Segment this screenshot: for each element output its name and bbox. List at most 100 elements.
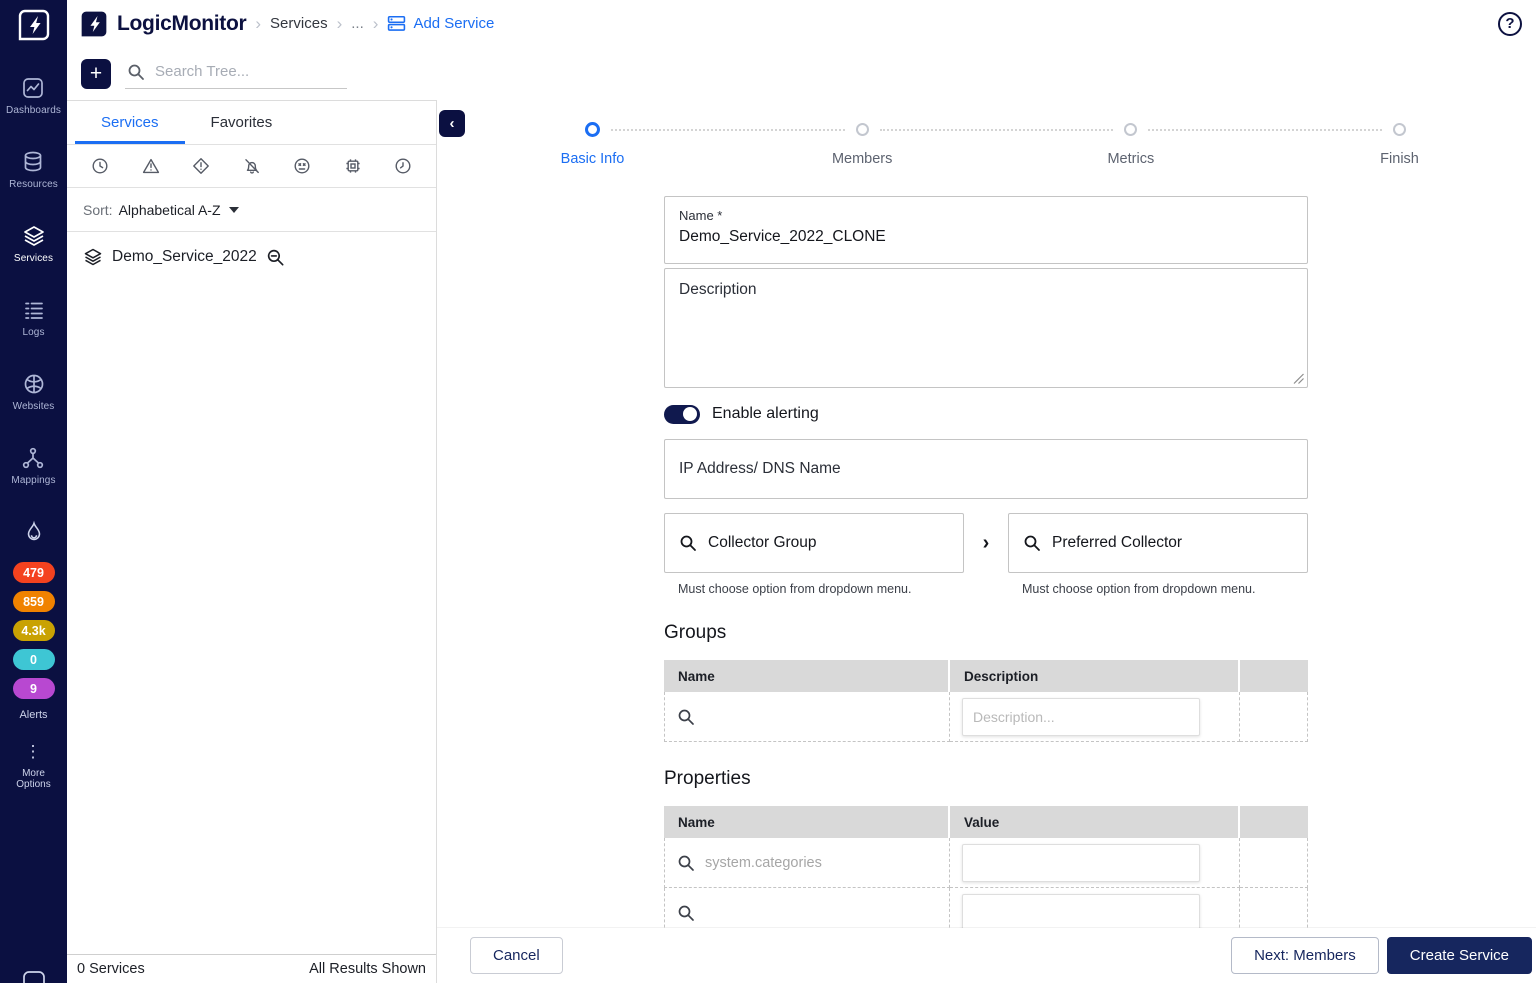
groups-table-row [664, 692, 1308, 742]
top-header: LogicMonitor › Services › ... › Add Serv… [67, 0, 1536, 47]
breadcrumb-current-label: Add Service [413, 15, 495, 32]
logicmonitor-logo-icon[interactable] [17, 8, 51, 42]
status-filter-row [67, 145, 436, 188]
preferred-collector-select[interactable]: Preferred Collector [1008, 513, 1308, 573]
properties-section-title: Properties [664, 768, 751, 789]
sort-value-label: Alphabetical A-Z [118, 201, 221, 218]
chevron-right-icon: › [372, 13, 379, 33]
name-field: Name * [664, 196, 1308, 264]
sidebar-item-label: Resources [9, 179, 58, 190]
step-members[interactable]: Members [832, 123, 892, 167]
alert-badge-warning[interactable]: 4.3k [12, 620, 55, 641]
body-row: Services Favorites Sort: Alphabetical A-… [67, 100, 1536, 983]
alerts-label: Alerts [19, 709, 48, 721]
brand[interactable]: LogicMonitor [79, 9, 247, 39]
sidebar-item-websites[interactable]: Websites [13, 372, 55, 412]
collapse-panel-button[interactable]: ‹ [439, 110, 465, 137]
ip-dns-input[interactable] [665, 440, 1307, 498]
flame-icon[interactable] [23, 520, 45, 546]
tree-tabs: Services Favorites [67, 101, 436, 145]
enable-alerting-label: Enable alerting [712, 405, 819, 422]
alert-badge-critical[interactable]: 479 [12, 562, 55, 583]
tree-search[interactable] [125, 59, 347, 89]
chevron-right-icon: › [255, 13, 262, 33]
column-header-name: Name [664, 660, 950, 692]
search-input[interactable] [155, 63, 325, 80]
group-description-input[interactable] [962, 697, 1200, 736]
logs-icon [22, 298, 46, 322]
enable-alerting-toggle[interactable] [664, 404, 700, 424]
alerting-disabled-filter-icon[interactable] [243, 157, 261, 175]
step-basic-info[interactable]: Basic Info [561, 122, 624, 167]
more-options-label: More Options [16, 768, 51, 790]
chevron-right-icon: › [336, 13, 343, 33]
alert-badge-info[interactable]: 0 [12, 649, 55, 670]
search-icon [677, 708, 695, 726]
zoom-out-icon[interactable] [266, 248, 285, 267]
cancel-button[interactable]: Cancel [470, 937, 563, 974]
main-column: LogicMonitor › Services › ... › Add Serv… [67, 0, 1536, 983]
enable-alerting-row: Enable alerting [664, 402, 1308, 426]
tab-services[interactable]: Services [75, 101, 185, 144]
group-name-cell[interactable] [664, 692, 950, 742]
property-actions-cell [1240, 838, 1308, 888]
tree-item-service[interactable]: Demo_Service_2022 [67, 232, 436, 282]
properties-table-header: Name Value [664, 806, 1308, 838]
sidebar-item-services[interactable]: Services [14, 224, 53, 264]
collector-group-help: Must choose option from dropdown menu. [678, 582, 912, 596]
column-header-actions [1240, 806, 1308, 838]
alert-badge-other[interactable]: 9 [12, 678, 55, 699]
alert-badge-error[interactable]: 859 [12, 591, 55, 612]
next-members-button[interactable]: Next: Members [1231, 937, 1379, 974]
resize-grip-icon[interactable] [1293, 373, 1304, 384]
services-tree-panel: Services Favorites Sort: Alphabetical A-… [67, 100, 437, 983]
sidebar-item-logs[interactable]: Logs [22, 298, 46, 338]
help-button[interactable]: ? [1498, 11, 1522, 36]
step-label: Basic Info [560, 151, 625, 167]
property-value-cell [950, 838, 1240, 888]
tab-favorites[interactable]: Favorites [185, 101, 299, 144]
step-connector [1148, 128, 1383, 131]
breadcrumb-services[interactable]: Services [270, 15, 328, 32]
error-filter-icon[interactable] [192, 157, 210, 175]
property-value-input[interactable] [962, 843, 1200, 882]
property-value-input[interactable] [962, 893, 1200, 932]
add-button[interactable]: + [81, 58, 111, 89]
step-label: Members [831, 151, 893, 167]
sidebar-item-mappings[interactable]: Mappings [11, 446, 55, 486]
tree-item-name: Demo_Service_2022 [112, 248, 257, 265]
search-icon [677, 904, 695, 922]
properties-table-row: system.categories [664, 838, 1308, 888]
description-field [664, 268, 1308, 388]
property-name-cell[interactable]: system.categories [664, 838, 950, 888]
dashboards-icon [21, 76, 45, 100]
sort-dropdown[interactable]: Alphabetical A-Z [119, 202, 239, 218]
groups-section-title: Groups [664, 622, 727, 643]
breadcrumb-ellipsis[interactable]: ... [351, 15, 364, 32]
create-service-button[interactable]: Create Service [1386, 937, 1532, 974]
sdt-filter-icon[interactable] [91, 157, 109, 175]
history-filter-icon[interactable] [394, 157, 412, 175]
warning-filter-icon[interactable] [142, 157, 160, 175]
sidebar-item-label: Mappings [11, 475, 56, 486]
feedback-icon[interactable] [21, 969, 47, 983]
device-filter-icon[interactable] [344, 157, 362, 175]
name-input[interactable] [679, 228, 1293, 246]
search-icon [677, 854, 695, 872]
sidebar-item-resources[interactable]: Resources [9, 150, 58, 190]
column-header-actions [1240, 660, 1308, 692]
tree-body: Demo_Service_2022 [67, 232, 436, 954]
dead-host-filter-icon[interactable] [293, 157, 311, 175]
wizard-stepper: Basic Info Members Metrics Finish [561, 122, 1419, 167]
step-metrics[interactable]: Metrics [1107, 123, 1154, 167]
breadcrumb-add-service[interactable]: Add Service [387, 14, 494, 33]
sidebar-item-label: Dashboards [6, 105, 61, 116]
property-name-placeholder: system.categories [705, 854, 822, 871]
step-finish[interactable]: Finish [1380, 123, 1419, 167]
description-input[interactable] [665, 269, 1307, 387]
collector-group-select[interactable]: Collector Group [664, 513, 964, 573]
basic-info-form: Name * Enable alerting [664, 196, 1308, 938]
more-options-button[interactable]: ⋮ More Options [11, 743, 57, 790]
mappings-icon [21, 446, 45, 470]
sidebar-item-dashboards[interactable]: Dashboards [6, 76, 61, 116]
